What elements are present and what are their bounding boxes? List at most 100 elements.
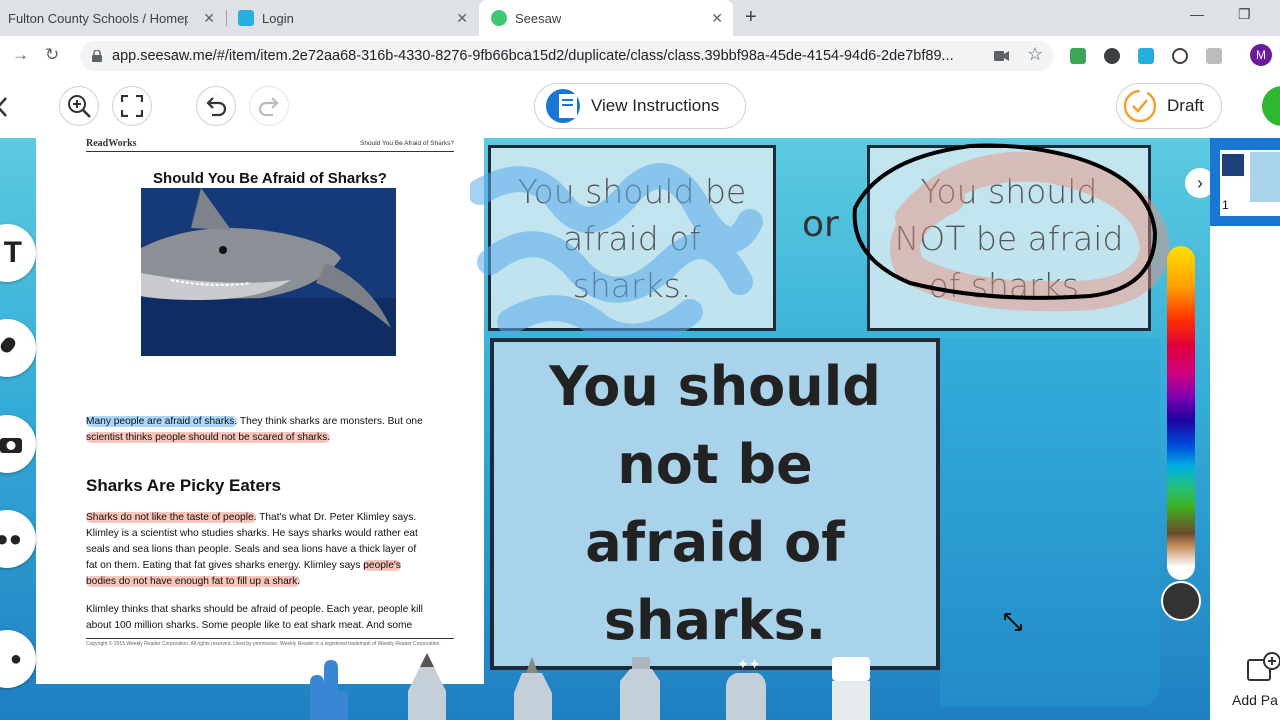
article-title: Should You Be Afraid of Sharks? — [153, 170, 387, 187]
fullscreen-icon — [121, 95, 143, 117]
next-page-button[interactable]: › — [1185, 168, 1210, 198]
instructions-icon — [546, 89, 580, 123]
zoom-in-icon — [68, 95, 91, 118]
seesaw-extension-icon[interactable] — [1138, 48, 1154, 64]
activity-canvas[interactable]: ReadWorks Should You Be Afraid of Sharks… — [0, 138, 1210, 720]
url-text: app.seesaw.me/#/item/item.2e72aa68-316b-… — [112, 48, 954, 64]
resize-cursor-icon — [1004, 613, 1022, 631]
text-span: fat on them. Eating that fat gives shark… — [86, 560, 364, 571]
paragraph-1: Many people are afraid of sharks. They t… — [86, 414, 456, 446]
text-span: Klimley thinks that sharks should be afr… — [86, 604, 423, 615]
label-tool-button[interactable]: ● — [0, 630, 36, 688]
marker-tool-icon[interactable] — [514, 657, 552, 720]
header-title: Should You Be Afraid of Sharks? — [360, 140, 454, 147]
highlight-red: scientist thinks people should not be sc… — [86, 432, 331, 443]
text-span: about 100 million sharks. Some people li… — [86, 620, 413, 631]
forward-icon[interactable]: → — [12, 45, 29, 65]
camera-icon[interactable] — [994, 49, 1010, 63]
extension-icon[interactable] — [1070, 48, 1086, 64]
glitter-tool-icon[interactable]: ✦✦ — [726, 657, 766, 720]
zoom-in-button[interactable] — [59, 86, 99, 126]
article-header: ReadWorks Should You Be Afraid of Sharks… — [86, 138, 454, 152]
tab-fulton-county[interactable]: Fulton County Schools / Homep... ✕ — [0, 0, 225, 36]
address-bar-row: → ↻ app.seesaw.me/#/item/item.2e72aa68-3… — [0, 36, 1280, 77]
thumbnail-image — [1222, 154, 1244, 176]
color-picker[interactable] — [1167, 246, 1195, 580]
undo-icon — [206, 97, 227, 117]
tab-label: Seesaw — [515, 10, 562, 26]
tab-seesaw[interactable]: Seesaw ✕ — [479, 0, 733, 36]
more-tools-button[interactable]: ●● — [0, 510, 36, 568]
draft-check-icon — [1123, 89, 1157, 123]
extension-icon[interactable] — [1104, 48, 1120, 64]
redo-icon — [258, 97, 279, 117]
page-thumbnail[interactable] — [1220, 150, 1280, 216]
add-page-icon — [1247, 652, 1280, 681]
submit-check-button[interactable] — [1262, 86, 1280, 126]
page-thumbnail-selected[interactable]: 1 — [1210, 138, 1280, 226]
answer-text: You should not be afraid of sharks. — [549, 355, 881, 652]
article-page: ReadWorks Should You Be Afraid of Sharks… — [36, 138, 484, 684]
new-tab-icon[interactable]: + — [745, 6, 757, 29]
tab-label: Fulton County Schools / Homep... — [8, 10, 188, 26]
seesaw-favicon-icon — [238, 10, 254, 26]
microphone-icon — [0, 337, 16, 353]
page-number: 1 — [1222, 198, 1229, 212]
answer-card[interactable]: You should not be afraid of sharks. — [490, 338, 940, 670]
text-tool-icon: T — [3, 236, 22, 269]
omnibox[interactable]: app.seesaw.me/#/item/item.2e72aa68-316b-… — [80, 41, 1054, 71]
profile-avatar[interactable]: M — [1250, 44, 1272, 66]
highlight-red: people's — [363, 560, 401, 571]
reload-icon[interactable]: ↻ — [45, 45, 59, 65]
redo-button[interactable] — [249, 86, 289, 126]
svg-text:✦✦: ✦✦ — [737, 657, 761, 673]
highlighter-tool-icon[interactable] — [620, 657, 660, 720]
restore-icon[interactable]: ❐ — [1238, 6, 1251, 23]
pencil-tool-icon[interactable] — [408, 653, 446, 720]
eraser-tool-icon[interactable] — [832, 657, 870, 720]
highlight-red: Sharks do not like the taste of people. — [86, 512, 257, 523]
lock-icon — [92, 50, 102, 62]
tab-login[interactable]: Login ✕ — [228, 0, 478, 36]
paragraph-3: Klimley thinks that sharks should be afr… — [86, 602, 456, 634]
add-page-button[interactable]: Add Pa — [1210, 640, 1280, 720]
text-span: Klimley is a scientist who studies shark… — [86, 528, 418, 539]
section-subhead: Sharks Are Picky Eaters — [86, 476, 281, 495]
view-instructions-button[interactable]: View Instructions — [534, 83, 746, 129]
close-icon[interactable]: ✕ — [711, 10, 723, 27]
seesaw-toolbar: View Instructions Draft — [0, 76, 1280, 138]
view-instructions-label: View Instructions — [591, 96, 720, 115]
camera-tool-button[interactable] — [0, 415, 36, 473]
close-icon[interactable]: ✕ — [456, 10, 468, 27]
draft-button[interactable]: Draft — [1116, 83, 1222, 129]
highlight-red: bodies do not have enough fat to fill up… — [86, 576, 301, 587]
camera-icon — [0, 438, 22, 453]
pages-rail: 1 — [1210, 138, 1280, 720]
chevron-right-icon: › — [1197, 172, 1203, 193]
extension-icon[interactable] — [1206, 48, 1222, 64]
circle-annotation — [852, 143, 1170, 312]
text-span: seals and sea lions than people. Seals a… — [86, 544, 417, 555]
target-extension-icon[interactable] — [1172, 48, 1188, 64]
thumbnail-card — [1250, 152, 1280, 202]
lower-panel — [940, 338, 1160, 706]
or-label: or — [802, 204, 839, 245]
mic-tool-button[interactable] — [0, 319, 36, 377]
shark-photo — [141, 188, 396, 356]
back-chevron-icon[interactable] — [0, 96, 8, 118]
fullscreen-button[interactable] — [112, 86, 152, 126]
bookmark-star-icon[interactable]: ☆ — [1027, 44, 1043, 65]
selected-color-swatch[interactable] — [1161, 581, 1201, 621]
undo-button[interactable] — [196, 86, 236, 126]
close-icon[interactable]: ✕ — [203, 10, 215, 27]
pointer-hand-icon[interactable] — [310, 660, 348, 720]
article-footer: Copyright © 2015 Weekly Reader Corporati… — [86, 638, 454, 647]
text-tool-button[interactable]: T — [0, 224, 36, 282]
text-span: They think sharks are monsters. But one — [237, 416, 423, 427]
minimize-icon[interactable]: — — [1190, 6, 1204, 22]
highlight-blue: Many people are afraid of sharks. — [86, 416, 238, 427]
browser-tab-strip: Fulton County Schools / Homep... ✕ Login… — [0, 0, 1280, 36]
tab-separator — [226, 10, 227, 26]
text-span: That's what Dr. Peter Klimley says. — [256, 512, 417, 523]
readworks-logo: ReadWorks — [86, 138, 137, 149]
